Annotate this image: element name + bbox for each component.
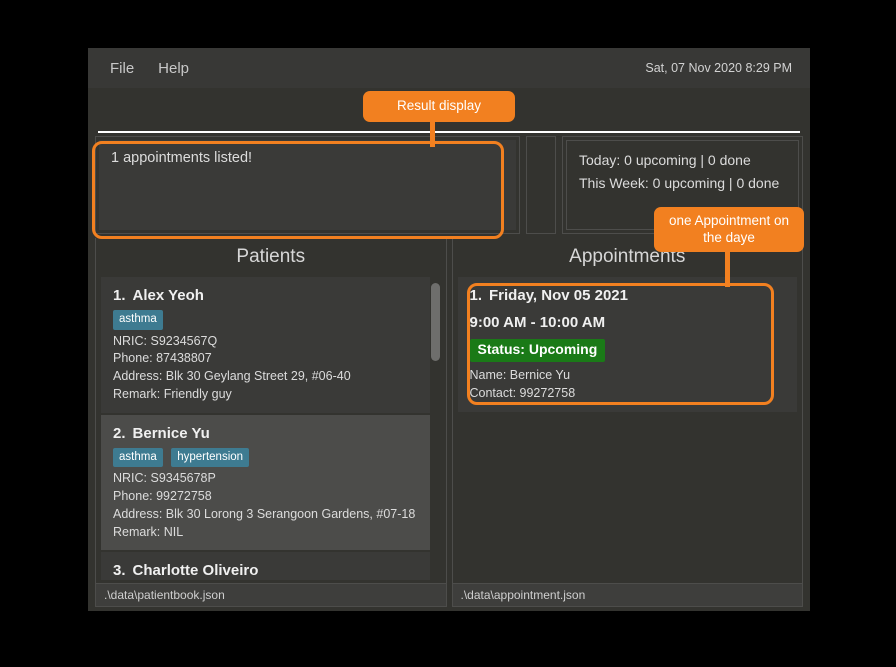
patient-name: Bernice Yu xyxy=(132,424,210,442)
patient-tags: asthma hypertension xyxy=(113,447,429,468)
spacer-pane xyxy=(526,136,556,234)
patient-phone: Phone: 99272758 xyxy=(113,489,212,503)
status-bar: .\data\patientbook.json .\data\appointme… xyxy=(88,583,810,611)
patient-index: 3. xyxy=(113,562,126,580)
patients-scrollbar-thumb[interactable] xyxy=(430,283,440,361)
status-badge: Status: Upcoming xyxy=(469,338,606,363)
appointment-arrow-stem xyxy=(725,247,730,287)
appointments-list[interactable]: 1. Friday, Nov 05 2021 9:00 AM - 10:00 AM… xyxy=(457,277,797,580)
patient-nric: NRIC: S9234567Q xyxy=(113,333,218,348)
patient-name: Alex Yeoh xyxy=(132,287,204,304)
patient-remark: Remark: NIL xyxy=(113,524,184,539)
patients-scrollbar[interactable] xyxy=(429,277,441,580)
lists-row: Patients 1. Alex Yeoh asthma NRIC: S92345… xyxy=(88,238,810,583)
appointment-date-row: 1. Friday, Nov 05 2021 xyxy=(470,285,786,306)
list-item[interactable]: 1. Friday, Nov 05 2021 9:00 AM - 10:00 AM… xyxy=(457,277,797,412)
list-item[interactable]: 3. Charlotte Oliveiro xyxy=(101,552,441,580)
patient-name-row: 1. Alex Yeoh xyxy=(113,285,429,306)
result-display-callout: Result display xyxy=(363,91,515,122)
patient-index: 2. xyxy=(113,424,126,442)
patient-tags: asthma xyxy=(113,310,429,330)
menu-bar: File Help Sat, 07 Nov 2020 8:29 PM xyxy=(88,48,810,88)
patient-phone: Phone: 87438807 xyxy=(113,351,212,366)
tag-chip: asthma xyxy=(113,310,163,330)
appointment-index: 1. xyxy=(469,287,483,304)
patient-address: Address: Blk 30 Geylang Street 29, #06-4… xyxy=(113,369,351,384)
patient-address: Address: Blk 30 Lorong 3 Serangoon Garde… xyxy=(113,506,416,521)
patients-file-path: .\data\patientbook.json xyxy=(95,583,447,607)
menu-item-file[interactable]: File xyxy=(98,56,146,81)
patient-index: 1. xyxy=(113,287,126,304)
appointment-time: 9:00 AM - 10:00 AM xyxy=(469,314,606,332)
app-window: File Help Sat, 07 Nov 2020 8:29 PM 1 app… xyxy=(88,48,810,611)
patient-nric: NRIC: S9345678P xyxy=(113,471,216,486)
tag-chip: asthma xyxy=(113,447,163,468)
result-display-text: 1 appointments listed! xyxy=(99,140,516,230)
stats-this-week: This Week: 0 upcoming | 0 done xyxy=(579,175,780,192)
appointment-contact: Contact: 99272758 xyxy=(469,386,576,401)
list-item[interactable]: 1. Alex Yeoh asthma NRIC: S9234567Q Phone… xyxy=(101,277,441,413)
result-display-arrow-stem xyxy=(430,119,435,147)
patient-remark: Remark: Friendly guy xyxy=(113,386,232,401)
patient-name-row: 2. Bernice Yu xyxy=(113,423,429,444)
stats-today: Today: 0 upcoming | 0 done xyxy=(579,152,751,168)
list-item[interactable]: 2. Bernice Yu asthma hypertension NRIC: S… xyxy=(101,414,441,551)
appointment-day-callout: one Appointment on the daye xyxy=(654,207,804,252)
patients-panel-title: Patients xyxy=(236,246,306,267)
tag-chip: hypertension xyxy=(171,447,250,468)
patients-list[interactable]: 1. Alex Yeoh asthma NRIC: S9234567Q Phone… xyxy=(101,277,441,580)
menu-item-help[interactable]: Help xyxy=(146,56,201,81)
patient-name: Charlotte Oliveiro xyxy=(132,562,259,580)
appointment-date: Friday, Nov 05 2021 xyxy=(489,287,628,304)
appointments-panel: Appointments 1. Friday, Nov 05 2021 9:00 … xyxy=(451,238,803,583)
screenshot-root: File Help Sat, 07 Nov 2020 8:29 PM 1 app… xyxy=(0,0,896,667)
appointments-file-path: .\data\appointment.json xyxy=(451,583,803,607)
patient-name-row: 3. Charlotte Oliveiro xyxy=(113,560,429,580)
result-display-pane: 1 appointments listed! xyxy=(95,136,520,234)
clock-label: Sat, 07 Nov 2020 8:29 PM xyxy=(645,61,792,75)
patients-panel: Patients 1. Alex Yeoh asthma NRIC: S92345… xyxy=(95,238,447,583)
appointment-patient-name: Name: Bernice Yu xyxy=(469,368,571,383)
